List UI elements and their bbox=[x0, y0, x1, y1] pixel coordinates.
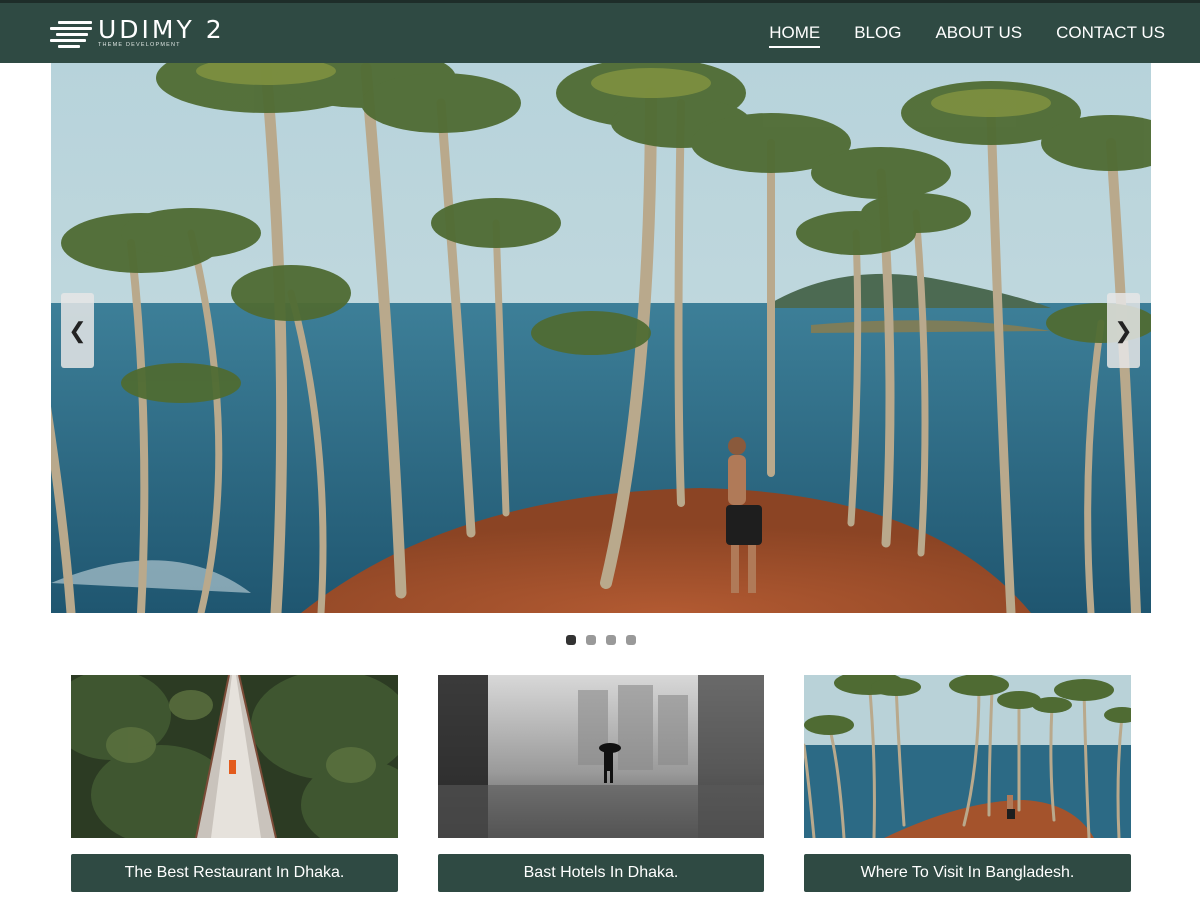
foggy-city-umbrella-image[interactable] bbox=[438, 675, 764, 838]
site-logo[interactable]: UDIMY 2 THEME DEVELOPMENT bbox=[50, 15, 225, 51]
palm-island-image[interactable] bbox=[804, 675, 1131, 838]
nav-contact-us[interactable]: CONTACT US bbox=[1056, 3, 1165, 63]
main-nav: HOME BLOG ABOUT US CONTACT US bbox=[735, 3, 1165, 63]
slider-prev-button[interactable]: ❮ bbox=[61, 293, 94, 368]
slider-dot-2[interactable] bbox=[586, 635, 596, 645]
nav-about-us[interactable]: ABOUT US bbox=[935, 3, 1022, 63]
post-title-button[interactable]: Where To Visit In Bangladesh. bbox=[804, 854, 1131, 892]
slider-dot-1[interactable] bbox=[566, 635, 576, 645]
post-title-button[interactable]: The Best Restaurant In Dhaka. bbox=[71, 854, 398, 892]
slider-dot-4[interactable] bbox=[626, 635, 636, 645]
lines-logo-icon bbox=[50, 18, 92, 48]
slider-next-button[interactable]: ❯ bbox=[1107, 293, 1140, 368]
post-card-restaurant: The Best Restaurant In Dhaka. bbox=[71, 675, 398, 892]
post-card-visit: Where To Visit In Bangladesh. bbox=[804, 675, 1131, 892]
slider-dot-3[interactable] bbox=[606, 635, 616, 645]
nav-blog[interactable]: BLOG bbox=[854, 3, 901, 63]
palm-island-photo bbox=[51, 63, 1151, 613]
nav-home[interactable]: HOME bbox=[769, 3, 821, 63]
post-title-button[interactable]: Bast Hotels In Dhaka. bbox=[438, 854, 764, 892]
slider-dots bbox=[566, 635, 646, 645]
post-card-hotels: Bast Hotels In Dhaka. bbox=[438, 675, 764, 892]
forest-bridge-image[interactable] bbox=[71, 675, 398, 838]
logo-name: UDIMY 2 bbox=[98, 14, 225, 44]
hero-slider-image bbox=[51, 63, 1151, 613]
top-navbar: UDIMY 2 THEME DEVELOPMENT HOME BLOG ABOU… bbox=[0, 0, 1200, 63]
logo-tagline: THEME DEVELOPMENT bbox=[98, 41, 181, 48]
